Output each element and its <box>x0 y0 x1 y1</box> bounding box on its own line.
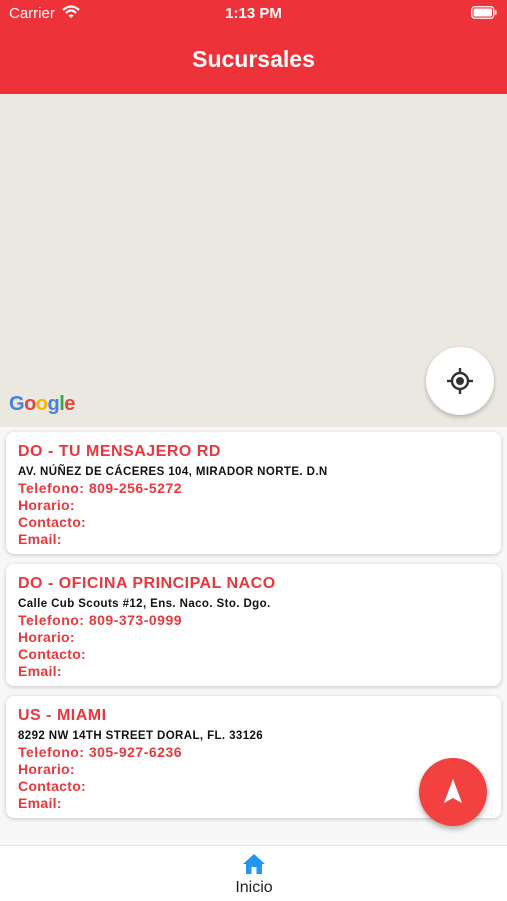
branch-phone[interactable]: Telefono: 809-256-5272 <box>18 480 182 496</box>
branch-address: 8292 NW 14TH STREET DORAL, FL. 33126 <box>18 730 264 742</box>
status-time: 1:13 PM <box>225 5 282 22</box>
battery-icon <box>471 6 497 19</box>
branch-address: AV. NÚÑEZ DE CÁCERES 104, MIRADOR NORTE.… <box>18 466 328 478</box>
branch-name: DO - OFICINA PRINCIPAL NACO <box>18 575 276 592</box>
branch-contacto: Contacto: <box>18 646 87 662</box>
branch-horario: Horario: <box>18 761 75 777</box>
map-view[interactable]: Google <box>0 94 507 427</box>
nav-bar: Sucursales <box>0 28 507 94</box>
branch-card[interactable]: DO - TU MENSAJERO RD AV. NÚÑEZ DE CÁCERE… <box>6 432 501 554</box>
tab-bar: Inicio <box>0 845 507 901</box>
home-icon <box>243 854 265 874</box>
tab-inicio[interactable]: Inicio <box>220 846 288 901</box>
status-bar: Carrier 1:13 PM <box>0 0 507 28</box>
tab-label: Inicio <box>235 879 273 896</box>
branch-phone[interactable]: Telefono: 809-373-0999 <box>18 612 182 628</box>
my-location-button[interactable] <box>426 347 494 415</box>
branch-email: Email: <box>18 795 62 811</box>
branch-email: Email: <box>18 663 62 679</box>
branch-card[interactable]: DO - OFICINA PRINCIPAL NACO Calle Cub Sc… <box>6 564 501 686</box>
navigation-arrow-icon <box>444 779 462 803</box>
navigate-button[interactable] <box>419 758 487 826</box>
branch-email: Email: <box>18 531 62 547</box>
branch-contacto: Contacto: <box>18 778 87 794</box>
branch-phone[interactable]: Telefono: 305-927-6236 <box>18 744 182 760</box>
crosshair-icon <box>447 368 473 394</box>
branch-contacto: Contacto: <box>18 514 87 530</box>
branch-horario: Horario: <box>18 629 75 645</box>
google-logo-text: Google <box>9 393 75 415</box>
page-title: Sucursales <box>192 46 315 72</box>
branch-name: US - MIAMI <box>18 707 107 724</box>
google-logo: Google <box>9 393 75 416</box>
branch-name: DO - TU MENSAJERO RD <box>18 443 221 460</box>
branch-address: Calle Cub Scouts #12, Ens. Naco. Sto. Dg… <box>18 598 271 610</box>
branch-horario: Horario: <box>18 497 75 513</box>
